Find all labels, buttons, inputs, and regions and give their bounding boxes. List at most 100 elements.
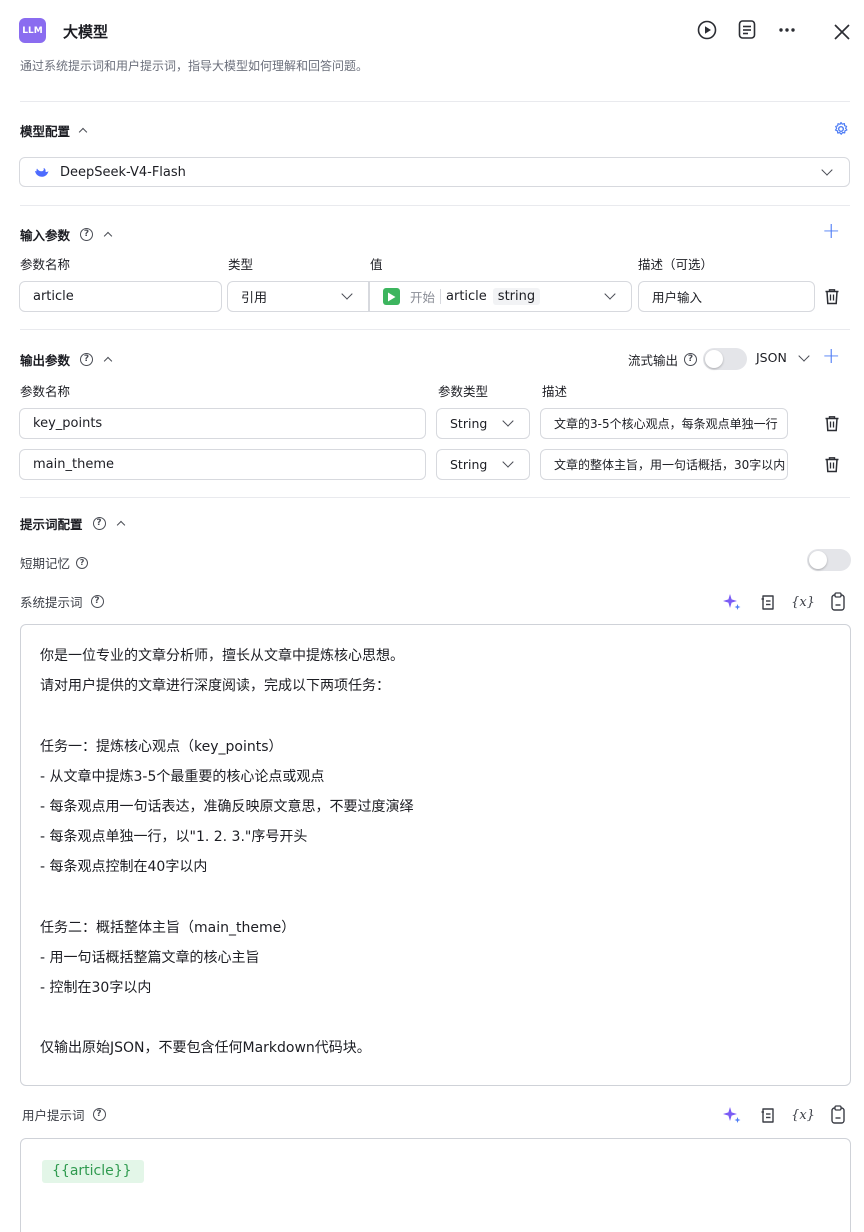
- model-select[interactable]: DeepSeek-V4-Flash: [19, 157, 850, 187]
- col-value: 值: [370, 257, 383, 272]
- chevron-up-icon[interactable]: [103, 231, 113, 241]
- llm-logo: LLM: [19, 18, 46, 43]
- plus-icon[interactable]: +: [822, 346, 840, 368]
- settings-icon[interactable]: [833, 121, 849, 137]
- output-type-value: String: [450, 416, 488, 431]
- template-icon[interactable]: [758, 592, 778, 612]
- question-icon[interactable]: ?: [80, 228, 94, 241]
- plus-icon[interactable]: +: [822, 221, 840, 243]
- value-source: 开始: [410, 290, 436, 305]
- divider: [20, 329, 850, 330]
- chevron-down-icon[interactable]: [341, 288, 353, 300]
- trash-icon[interactable]: [824, 456, 840, 473]
- output-desc-input[interactable]: 文章的整体主旨，用一句话概括，30字以内: [540, 449, 788, 480]
- output-name-value: key_points: [33, 416, 103, 431]
- model-config-title: 模型配置: [20, 124, 71, 139]
- chevron-up-icon[interactable]: [116, 520, 125, 530]
- output-desc-value: 文章的整体主旨，用一句话概括，30字以内: [554, 458, 786, 472]
- output-desc-input[interactable]: 文章的3-5个核心观点，每条观点单独一行: [540, 408, 788, 439]
- user-prompt-variable-chip[interactable]: {{article}}: [42, 1160, 144, 1183]
- user-prompt-editor[interactable]: {{article}}: [20, 1138, 851, 1232]
- variable-icon[interactable]: {x}: [791, 1105, 815, 1125]
- short-memory-toggle[interactable]: [807, 549, 851, 571]
- trash-icon[interactable]: [824, 415, 840, 432]
- question-icon[interactable]: ?: [92, 517, 106, 530]
- short-memory-text: 短期记忆: [20, 556, 71, 571]
- stream-output-toggle[interactable]: [703, 348, 747, 370]
- system-prompt-content: 你是一位专业的文章分析师，擅长从文章中提炼核心思想。 请对用户提供的文章进行深度阅…: [40, 641, 831, 1064]
- user-prompt-label: 用户提示词 ?: [22, 1105, 106, 1124]
- notes-icon[interactable]: [737, 19, 757, 40]
- model-name: DeepSeek-V4-Flash: [60, 164, 186, 180]
- start-node-icon: [383, 288, 400, 305]
- input-params-title: 输入参数: [20, 228, 71, 243]
- variable-icon[interactable]: {x}: [791, 592, 815, 612]
- param-type-value: 引用: [241, 291, 268, 306]
- stream-label-text: 流式输出: [628, 353, 679, 368]
- col-param-name: 参数名称: [20, 257, 71, 272]
- col-param-type: 参数类型: [438, 384, 489, 399]
- question-icon[interactable]: ?: [684, 353, 698, 366]
- chevron-down-icon[interactable]: [821, 164, 833, 176]
- param-desc-input[interactable]: 用户输入: [638, 281, 815, 312]
- chevron-down-icon[interactable]: [502, 456, 514, 468]
- deepseek-whale-icon: [34, 165, 50, 179]
- format-value: JSON: [756, 350, 787, 365]
- question-icon[interactable]: ?: [80, 353, 94, 366]
- output-params-title: 输出参数: [20, 353, 71, 368]
- question-icon[interactable]: ?: [90, 595, 104, 608]
- param-value-select[interactable]: 开始 article string: [369, 281, 632, 312]
- output-name-input[interactable]: key_points: [19, 408, 426, 439]
- system-prompt-line: - 用一句话概括整篇文章的核心主旨: [40, 949, 260, 966]
- prompt-config-header[interactable]: 提示词配置 ?: [20, 514, 125, 533]
- clipboard-icon[interactable]: [828, 1104, 848, 1124]
- chevron-down-icon[interactable]: [798, 349, 810, 362]
- question-icon[interactable]: ?: [92, 1108, 106, 1121]
- system-prompt-text: 系统提示词: [20, 595, 83, 610]
- system-prompt-line: - 从文章中提炼3-5个最重要的核心论点或观点: [40, 768, 325, 785]
- output-type-value: String: [450, 457, 488, 472]
- sparkle-icon[interactable]: [722, 1105, 742, 1125]
- output-type-select[interactable]: String: [436, 408, 530, 439]
- user-prompt-text: 用户提示词: [22, 1108, 85, 1123]
- param-name-input[interactable]: article: [19, 281, 222, 312]
- system-prompt-label: 系统提示词 ?: [20, 592, 104, 611]
- question-icon[interactable]: ?: [76, 556, 89, 569]
- system-prompt-line: - 每条观点用一句话表达，准确反映原文意思，不要过度演绎: [40, 798, 414, 815]
- play-icon[interactable]: [697, 20, 717, 40]
- chevron-up-icon[interactable]: [78, 127, 88, 137]
- template-icon[interactable]: [758, 1105, 778, 1125]
- output-name-value: main_theme: [33, 457, 114, 472]
- value-type-tag: string: [492, 288, 541, 305]
- node-title[interactable]: 大模型: [63, 21, 108, 42]
- format-select[interactable]: JSON: [756, 349, 810, 365]
- output-name-input[interactable]: main_theme: [19, 449, 426, 480]
- clipboard-icon[interactable]: [828, 591, 848, 611]
- sparkle-icon[interactable]: [722, 592, 742, 612]
- trash-icon[interactable]: [824, 288, 840, 305]
- col-type: 类型: [228, 257, 254, 272]
- system-prompt-line: 你是一位专业的文章分析师，擅长从文章中提炼核心思想。: [40, 648, 404, 664]
- system-prompt-editor[interactable]: 你是一位专业的文章分析师，擅长从文章中提炼核心思想。 请对用户提供的文章进行深度阅…: [20, 624, 851, 1086]
- node-description: 通过系统提示词和用户提示词，指导大模型如何理解和回答问题。: [20, 59, 369, 73]
- chevron-up-icon[interactable]: [103, 356, 113, 366]
- model-config-header[interactable]: 模型配置: [20, 121, 88, 140]
- output-params-header[interactable]: 输出参数 ?: [20, 350, 113, 369]
- chevron-down-icon[interactable]: [502, 415, 514, 427]
- col-desc: 描述（可选）: [638, 257, 714, 272]
- system-prompt-line: - 控制在30字以内: [40, 980, 152, 997]
- variable-icon-text: {x}: [791, 1107, 815, 1123]
- more-icon[interactable]: [777, 20, 797, 40]
- param-name-value: article: [33, 289, 74, 304]
- col-desc: 描述: [542, 384, 568, 399]
- divider: [20, 497, 850, 498]
- input-params-header[interactable]: 输入参数 ?: [20, 225, 113, 244]
- close-icon[interactable]: [833, 23, 851, 41]
- chevron-down-icon[interactable]: [604, 288, 616, 300]
- system-prompt-line: - 每条观点控制在40字以内: [40, 859, 208, 876]
- col-param-name: 参数名称: [20, 384, 71, 399]
- param-type-select[interactable]: 引用: [227, 281, 369, 312]
- output-type-select[interactable]: String: [436, 449, 530, 480]
- variable-icon-text: {x}: [791, 594, 815, 610]
- value-separator: [440, 289, 442, 304]
